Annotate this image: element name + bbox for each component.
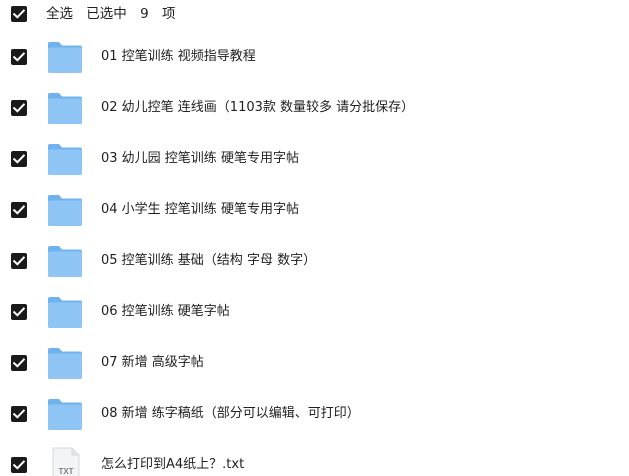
- row-checkbox[interactable]: [11, 202, 27, 218]
- folder-icon: [48, 195, 82, 226]
- file-list: 01 控笔训练 视频指导教程 02 幼儿控笔 连线画（1103款 数量较多 请分…: [0, 0, 629, 476]
- folder-icon: [48, 42, 82, 73]
- file-row[interactable]: 02 幼儿控笔 连线画（1103款 数量较多 请分批保存）: [0, 86, 629, 137]
- file-name[interactable]: 08 新增 练字稿纸（部分可以编辑、可打印）: [101, 405, 360, 423]
- folder-icon: [48, 348, 82, 379]
- row-checkbox[interactable]: [11, 253, 27, 269]
- row-checkbox[interactable]: [11, 304, 27, 320]
- row-checkbox[interactable]: [11, 151, 27, 167]
- folder-icon: [48, 246, 82, 277]
- checkmark-icon: [13, 460, 25, 470]
- file-row[interactable]: 01 控笔训练 视频指导教程: [0, 35, 629, 86]
- file-name[interactable]: 07 新增 高级字帖: [101, 354, 204, 372]
- checkmark-icon: [13, 358, 25, 368]
- row-checkbox[interactable]: [11, 49, 27, 65]
- file-name[interactable]: 05 控笔训练 基础（结构 字母 数字）: [101, 252, 316, 270]
- file-name[interactable]: 04 小学生 控笔训练 硬笔专用字帖: [101, 201, 299, 219]
- row-checkbox[interactable]: [11, 457, 27, 473]
- file-list-panel: 全选 已选中 9 项 01 控笔训练 视频指导教程 02 幼儿控笔 连线画（11…: [0, 0, 629, 476]
- file-row[interactable]: 06 控笔训练 硬笔字帖: [0, 290, 629, 341]
- folder-icon: [48, 93, 82, 124]
- folder-icon: [48, 297, 82, 328]
- checkmark-icon: [13, 409, 25, 419]
- checkmark-icon: [13, 256, 25, 266]
- file-row[interactable]: TXT 怎么打印到A4纸上？.txt: [0, 443, 629, 476]
- file-name[interactable]: 01 控笔训练 视频指导教程: [101, 48, 256, 66]
- checkmark-icon: [13, 205, 25, 215]
- file-name[interactable]: 02 幼儿控笔 连线画（1103款 数量较多 请分批保存）: [101, 99, 414, 117]
- checkmark-icon: [13, 307, 25, 317]
- file-row[interactable]: 08 新增 练字稿纸（部分可以编辑、可打印）: [0, 392, 629, 443]
- row-checkbox[interactable]: [11, 355, 27, 371]
- checkmark-icon: [13, 154, 25, 164]
- file-name[interactable]: 03 幼儿园 控笔训练 硬笔专用字帖: [101, 150, 299, 168]
- row-checkbox[interactable]: [11, 406, 27, 422]
- checkmark-icon: [13, 52, 25, 62]
- txt-badge: TXT: [58, 467, 73, 476]
- folder-icon: [48, 144, 82, 175]
- file-row[interactable]: 03 幼儿园 控笔训练 硬笔专用字帖: [0, 137, 629, 188]
- file-name[interactable]: 06 控笔训练 硬笔字帖: [101, 303, 230, 321]
- file-row[interactable]: 07 新增 高级字帖: [0, 341, 629, 392]
- file-row[interactable]: 05 控笔训练 基础（结构 字母 数字）: [0, 239, 629, 290]
- txt-file-icon: TXT: [52, 447, 80, 476]
- checkmark-icon: [13, 103, 25, 113]
- file-row[interactable]: 04 小学生 控笔训练 硬笔专用字帖: [0, 188, 629, 239]
- row-checkbox[interactable]: [11, 100, 27, 116]
- folder-icon: [48, 399, 82, 430]
- file-name[interactable]: 怎么打印到A4纸上？.txt: [101, 456, 244, 474]
